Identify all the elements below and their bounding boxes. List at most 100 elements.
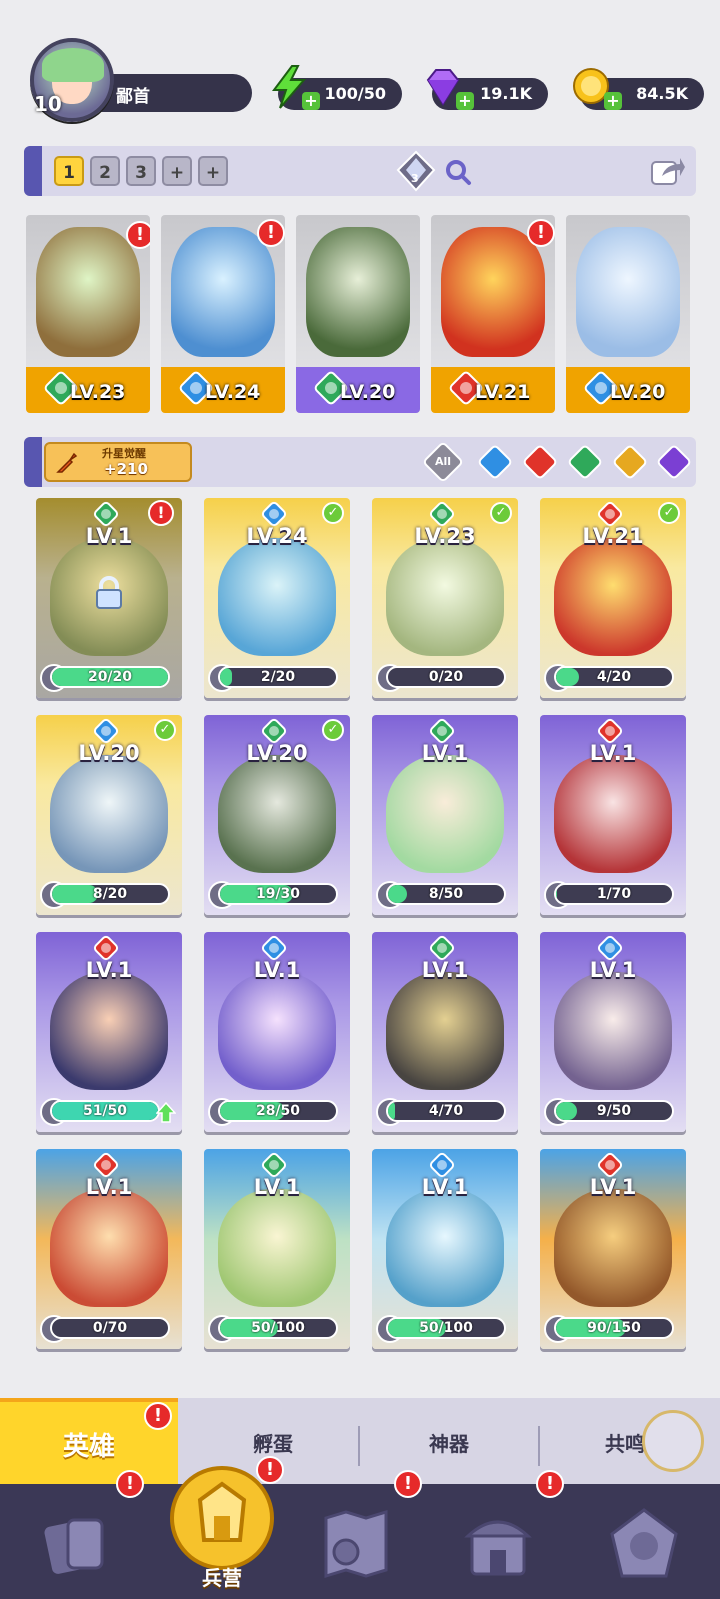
gems-resource[interactable]: + 19.1K: [426, 69, 548, 110]
player-name[interactable]: 鄙首: [100, 74, 252, 112]
player-level: 10: [34, 92, 62, 116]
filter-fire-icon[interactable]: [521, 443, 559, 481]
hero-card[interactable]: LV.1 9/50: [540, 932, 686, 1132]
hero-card[interactable]: LV.1 ! 20/20: [36, 498, 182, 698]
filter-water-icon[interactable]: [476, 443, 514, 481]
nav-barracks[interactable]: 兵营 !: [166, 1456, 284, 1599]
filter-all[interactable]: All: [421, 440, 465, 484]
hero-card[interactable]: LV.1 4/70: [372, 932, 518, 1132]
shard-progress: 51/50: [50, 1100, 160, 1122]
hero-card[interactable]: LV.1 1/70: [540, 715, 686, 915]
filter-wind-icon[interactable]: [566, 443, 604, 481]
guild-icon[interactable]: [604, 1504, 684, 1584]
element-filter-bar: 升星觉醒 +210 All: [24, 437, 696, 487]
shard-progress: 9/50: [554, 1100, 674, 1122]
hero-card[interactable]: LV.21 ✓ 4/20: [540, 498, 686, 698]
cards-icon[interactable]: [38, 1504, 118, 1584]
hero-card[interactable]: LV.1 50/100: [204, 1149, 350, 1349]
hero-card[interactable]: LV.20 ✓ 8/20: [36, 715, 182, 915]
hero-portrait: [554, 972, 672, 1090]
team-tab-1[interactable]: 1: [54, 156, 84, 186]
lineup-card[interactable]: LV.20: [566, 215, 690, 413]
hero-card[interactable]: LV.1 51/50: [36, 932, 182, 1132]
hero-portrait: [50, 972, 168, 1090]
coins-resource[interactable]: + 84.5K: [573, 68, 704, 110]
alert-icon: !: [394, 1470, 422, 1498]
progress-text: 8/50: [428, 886, 464, 902]
hero-card[interactable]: LV.24 ✓ 2/20: [204, 498, 350, 698]
hero-level: LV.23: [414, 524, 476, 548]
add-energy-icon[interactable]: +: [302, 92, 320, 110]
hero-lineup: LV.23 ! LV.24 ! LV.20 LV.21 ! LV.20: [24, 215, 696, 415]
shard-progress: 50/100: [218, 1317, 338, 1339]
hero-portrait: [576, 227, 680, 357]
shard-progress: 90/150: [554, 1317, 674, 1339]
team-tab-add[interactable]: +: [198, 156, 228, 186]
progress-text: 2/20: [260, 669, 296, 685]
hero-level: LV.1: [421, 958, 469, 982]
alert-icon: !: [144, 1402, 172, 1430]
hero-portrait: [386, 972, 504, 1090]
map-icon[interactable]: [316, 1504, 396, 1584]
tab-artifacts[interactable]: 神器: [364, 1428, 534, 1457]
hero-level: LV.24: [246, 524, 308, 548]
check-icon: ✓: [154, 719, 176, 741]
hero-portrait: [218, 755, 336, 873]
shard-progress: 20/20: [50, 666, 170, 688]
avatar-hair: [42, 48, 104, 82]
hero-level: LV.1: [589, 1175, 637, 1199]
alert-icon: !: [536, 1470, 564, 1498]
sword-icon: [56, 452, 78, 473]
shard-progress: 50/100: [386, 1317, 506, 1339]
hero-level: LV.1: [253, 1175, 301, 1199]
lineup-card[interactable]: LV.21 !: [431, 215, 555, 413]
add-gems-icon[interactable]: +: [456, 92, 474, 110]
lineup-card[interactable]: LV.23 !: [26, 215, 150, 413]
alert-icon: !: [148, 500, 174, 526]
progress-text: 50/100: [251, 1320, 305, 1336]
hero-card[interactable]: LV.1 8/50: [372, 715, 518, 915]
alert-icon: !: [257, 219, 285, 247]
progress-text: 0/70: [92, 1320, 128, 1336]
filter-dark-icon[interactable]: [655, 443, 693, 481]
progress-text: 51/50: [82, 1103, 128, 1119]
lineup-level: LV.20: [610, 381, 666, 403]
lineup-card[interactable]: LV.20: [296, 215, 420, 413]
progress-text: 1/70: [596, 886, 632, 902]
share-icon[interactable]: [650, 154, 686, 188]
shard-progress: 28/50: [218, 1100, 338, 1122]
hero-card[interactable]: LV.1 28/50: [204, 932, 350, 1132]
hero-level: LV.1: [85, 958, 133, 982]
hero-card[interactable]: LV.1 0/70: [36, 1149, 182, 1349]
team-tab-2[interactable]: 2: [90, 156, 120, 186]
add-coins-icon[interactable]: +: [604, 92, 622, 110]
alert-icon: !: [527, 219, 555, 247]
coins-value: 84.5K: [636, 84, 688, 103]
tab-eggs[interactable]: 孵蛋: [188, 1428, 358, 1457]
shard-progress: 4/20: [554, 666, 674, 688]
hero-card[interactable]: LV.1 90/150: [540, 1149, 686, 1349]
shard-progress: 8/20: [50, 883, 170, 905]
hero-portrait: [218, 538, 336, 656]
hero-portrait: [554, 538, 672, 656]
hero-card[interactable]: LV.23 ✓ 0/20: [372, 498, 518, 698]
hero-level: LV.21: [582, 524, 644, 548]
hero-card[interactable]: LV.1 50/100: [372, 1149, 518, 1349]
floating-menu-button[interactable]: [642, 1410, 704, 1472]
energy-resource[interactable]: + 100/50: [272, 65, 402, 110]
star-awaken-button[interactable]: 升星觉醒 +210: [44, 442, 192, 482]
shop-icon[interactable]: [458, 1504, 538, 1584]
hero-card[interactable]: LV.20 ✓ 19/30: [204, 715, 350, 915]
team-filter-crystal[interactable]: 3: [394, 150, 438, 192]
shard-progress: 4/70: [386, 1100, 506, 1122]
upgrade-arrow-icon: [156, 1102, 176, 1123]
filter-all-label: All: [434, 455, 452, 468]
team-tab-3[interactable]: 3: [126, 156, 156, 186]
filter-light-icon[interactable]: [611, 443, 649, 481]
lineup-card[interactable]: LV.24 !: [161, 215, 285, 413]
team-tab-add[interactable]: +: [162, 156, 192, 186]
search-icon[interactable]: [444, 158, 472, 186]
hero-grid: LV.1 ! 20/20 LV.24 ✓ 2/20 LV.23 ✓ 0/20 L…: [36, 498, 686, 1358]
shard-progress: 0/70: [50, 1317, 170, 1339]
alert-icon: !: [116, 1470, 144, 1498]
